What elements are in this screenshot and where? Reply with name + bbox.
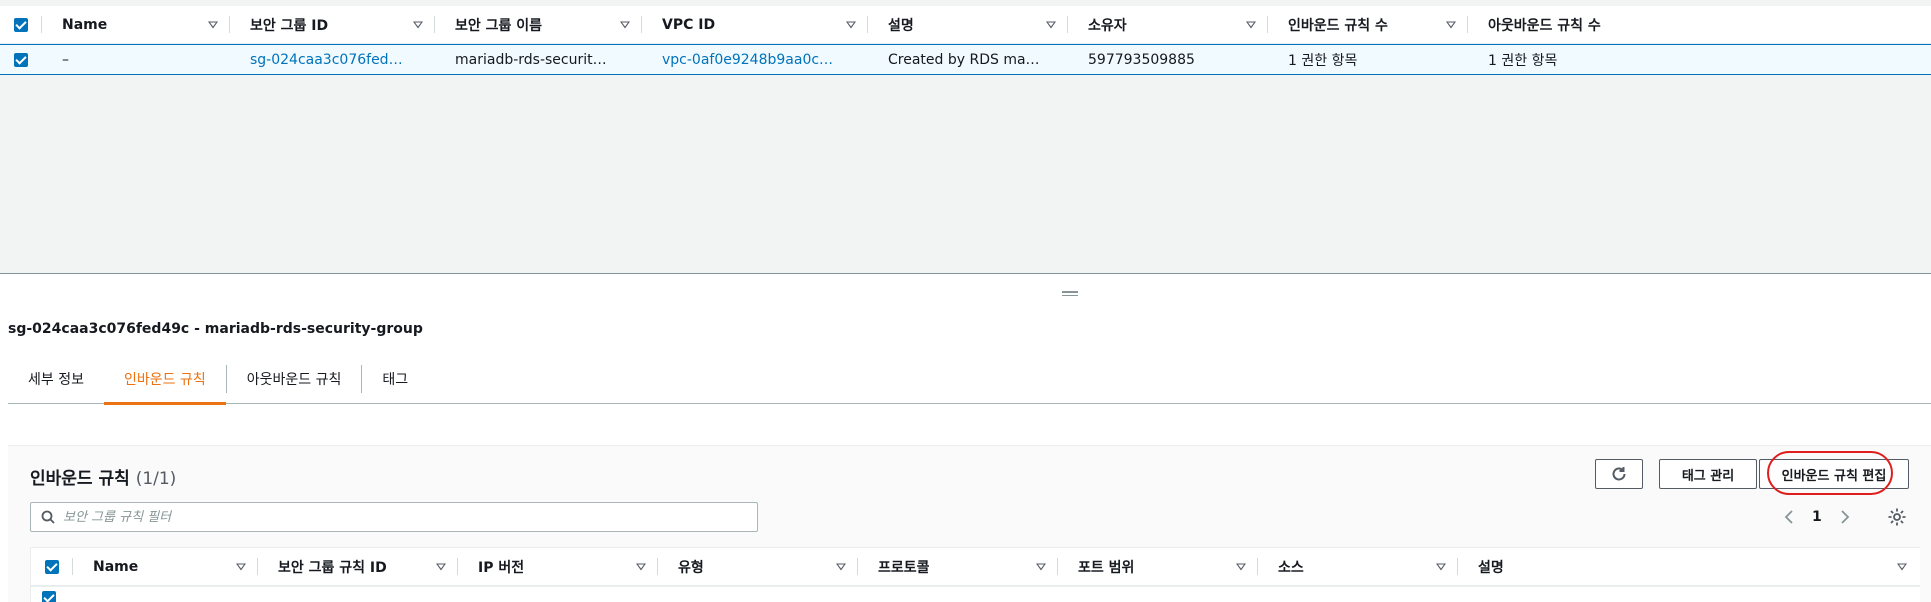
table-header-row: Name 보안 그룹 ID 보안 그룹 이름 VPC ID 설명 소유자 인바운… [0, 6, 1931, 44]
sort-caret-icon[interactable] [413, 21, 423, 28]
column-header-port-range[interactable]: 포트 범위 [1058, 548, 1258, 585]
cell-sg-id[interactable]: sg-024caa3c076fed49c [230, 45, 435, 74]
rule-filter-search[interactable] [30, 502, 758, 532]
chevron-right-icon[interactable] [1840, 510, 1850, 524]
column-header-source[interactable]: 소스 [1258, 548, 1458, 585]
cell-owner: 597793509885 [1088, 51, 1195, 68]
select-all-checkbox[interactable] [14, 17, 28, 32]
tab-tags[interactable]: 태그 [362, 354, 428, 404]
column-header-ip-version[interactable]: IP 버전 [458, 548, 658, 585]
cell-vpc-id[interactable]: vpc-0af0e9248b9aa0cdc [642, 45, 868, 74]
column-header-type[interactable]: 유형 [658, 548, 858, 585]
column-header-name[interactable]: Name [42, 6, 230, 43]
sort-caret-icon[interactable] [236, 563, 246, 570]
cell-outbound-count: 1 권한 항목 [1488, 52, 1558, 69]
cell-sg-name: mariadb-rds-security-g... [455, 51, 614, 68]
column-header-name[interactable]: Name [73, 548, 258, 585]
sort-caret-icon[interactable] [1446, 21, 1456, 28]
column-header-protocol[interactable]: 프로토콜 [858, 548, 1058, 585]
rule-filter-input[interactable] [63, 509, 743, 525]
security-group-table: Name 보안 그룹 ID 보안 그룹 이름 VPC ID 설명 소유자 인바운… [0, 6, 1931, 75]
sort-caret-icon[interactable] [1046, 21, 1056, 28]
pagination: 1 [1784, 504, 1850, 530]
vpc-id-link[interactable]: vpc-0af0e9248b9aa0cdc [662, 52, 840, 68]
search-icon [41, 510, 55, 524]
sort-caret-icon[interactable] [620, 21, 630, 28]
inbound-rules-table: Name 보안 그룹 규칙 ID IP 버전 유형 프로토콜 포트 범위 소스 … [30, 547, 1920, 602]
sort-caret-icon[interactable] [1236, 563, 1246, 570]
refresh-button[interactable] [1595, 459, 1643, 489]
table-header-row: Name 보안 그룹 규칙 ID IP 버전 유형 프로토콜 포트 범위 소스 … [31, 548, 1920, 586]
cell-name: – [62, 51, 69, 68]
row-select-cell[interactable] [0, 45, 42, 74]
sort-caret-icon[interactable] [1036, 563, 1046, 570]
manage-tags-button[interactable]: 태그 관리 [1659, 459, 1757, 489]
column-header-outbound-count[interactable]: 아웃바운드 규칙 수 [1468, 6, 1931, 43]
column-header-inbound-count[interactable]: 인바운드 규칙 수 [1268, 6, 1468, 43]
tab-inbound-rules[interactable]: 인바운드 규칙 [103, 354, 226, 405]
sort-caret-icon[interactable] [436, 563, 446, 570]
sg-id-link[interactable]: sg-024caa3c076fed49c [250, 52, 407, 68]
table-row[interactable] [31, 586, 1920, 602]
column-header-vpc-id[interactable]: VPC ID [642, 6, 868, 43]
select-all-checkbox[interactable] [45, 559, 59, 574]
refresh-icon [1612, 467, 1626, 481]
split-panel-resize-handle[interactable] [1062, 291, 1078, 297]
select-all-cell[interactable] [0, 6, 42, 43]
cell-inbound-count: 1 권한 항목 [1288, 52, 1358, 69]
column-header-sg-id[interactable]: 보안 그룹 ID [230, 6, 435, 43]
column-header-owner[interactable]: 소유자 [1068, 6, 1268, 43]
column-header-sg-name[interactable]: 보안 그룹 이름 [435, 6, 642, 43]
chevron-left-icon[interactable] [1784, 510, 1794, 524]
inbound-rules-count: (1/1) [135, 469, 177, 489]
sort-caret-icon[interactable] [1246, 21, 1256, 28]
page-number[interactable]: 1 [1812, 509, 1822, 525]
tab-outbound-rules[interactable]: 아웃바운드 규칙 [227, 354, 362, 404]
handle-line [1062, 291, 1078, 293]
sort-caret-icon[interactable] [1436, 563, 1446, 570]
gear-icon[interactable] [1887, 507, 1907, 527]
handle-line [1062, 294, 1078, 296]
row-checkbox[interactable] [42, 591, 56, 602]
sort-caret-icon[interactable] [636, 563, 646, 570]
sort-caret-icon[interactable] [836, 563, 846, 570]
column-header-description[interactable]: 설명 [1458, 548, 1919, 585]
row-checkbox[interactable] [14, 52, 28, 67]
sort-caret-icon[interactable] [1897, 563, 1907, 570]
sort-caret-icon[interactable] [208, 21, 218, 28]
inbound-rules-panel: 인바운드 규칙 (1/1) 태그 관리 인바운드 규칙 편집 1 Name 보안… [8, 445, 1931, 602]
tab-details[interactable]: 세부 정보 [8, 354, 104, 404]
cell-description: Created by RDS manag... [888, 51, 1040, 68]
column-header-description[interactable]: 설명 [868, 6, 1068, 43]
sort-caret-icon[interactable] [846, 21, 856, 28]
table-row[interactable]: – sg-024caa3c076fed49c mariadb-rds-secur… [0, 44, 1931, 75]
column-header-rule-id[interactable]: 보안 그룹 규칙 ID [258, 548, 458, 585]
details-title: sg-024caa3c076fed49c - mariadb-rds-secur… [8, 321, 423, 337]
select-all-cell[interactable] [31, 548, 73, 585]
inbound-rules-heading: 인바운드 규칙 (1/1) [30, 469, 177, 489]
details-tabs: 세부 정보 인바운드 규칙 아웃바운드 규칙 태그 [8, 354, 1931, 405]
security-group-list-area: Name 보안 그룹 ID 보안 그룹 이름 VPC ID 설명 소유자 인바운… [0, 0, 1931, 274]
edit-inbound-rules-button[interactable]: 인바운드 규칙 편집 [1759, 459, 1909, 489]
